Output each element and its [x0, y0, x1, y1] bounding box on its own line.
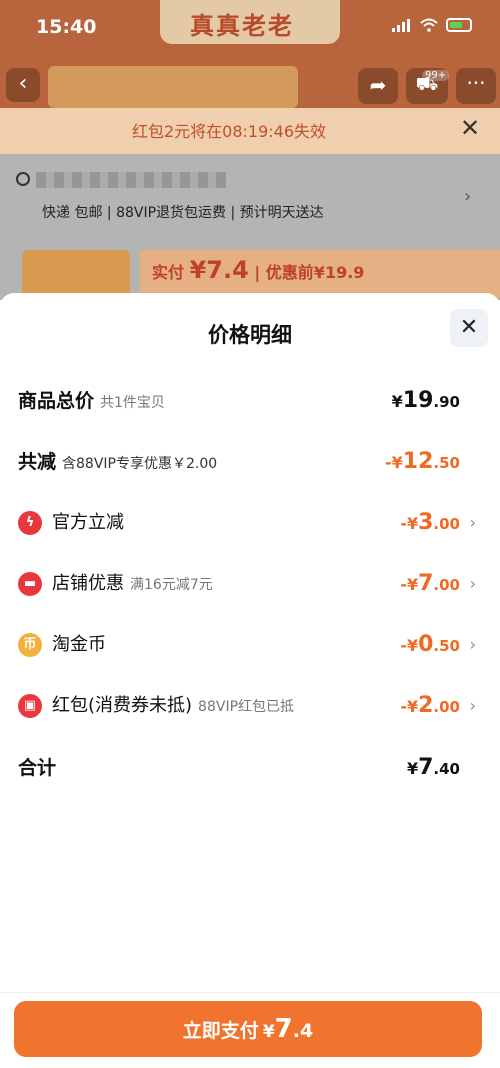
blurred-address	[36, 172, 226, 188]
status-icons	[392, 18, 472, 32]
pay-button-amount-int: 7	[274, 1014, 293, 1044]
share-icon[interactable]: ➦	[358, 68, 398, 104]
chevron-right-icon: ›	[469, 513, 476, 532]
location-icon	[16, 172, 30, 186]
price-label: 实付	[152, 263, 185, 282]
row-value: -¥0.50	[400, 632, 460, 657]
row-label: 红包(消费券未抵) 88VIP红包已抵	[52, 695, 295, 716]
pay-now-button[interactable]: 立即支付 ¥7.4	[14, 1001, 482, 1057]
close-icon: ✕	[459, 315, 479, 340]
sheet-title: 价格明细	[208, 323, 292, 347]
row-label: 官方立减	[52, 512, 124, 533]
row-label: 合计	[18, 757, 57, 779]
pay-button-currency: ¥	[262, 1022, 275, 1042]
close-button[interactable]: ✕	[450, 309, 488, 347]
product-image-strip	[48, 66, 298, 108]
background-page: 真真老老 15:40 ‹ ➦ ⛟ 99+ ··· 红包2元将在08:19:46失…	[0, 0, 500, 300]
price-before: | 优惠前¥19.9	[254, 263, 365, 282]
row-value: -¥2.00	[400, 693, 460, 718]
price-detail-sheet: 价格明细 ✕ 商品总价 共1件宝贝 ¥19.90 共减 含88VIP专享优惠￥2.0…	[0, 293, 500, 1068]
total-price-row: 商品总价 共1件宝贝 ¥19.90	[18, 386, 482, 416]
total-discount-row: 共减 含88VIP专享优惠￥2.00 -¥12.50	[18, 447, 482, 477]
row-value: ¥19.90	[391, 388, 460, 413]
brand-banner-text: 真真老老	[190, 12, 294, 40]
store-discount-row[interactable]: ▬ 店铺优惠 满16元减7元 -¥7.00 ›	[18, 569, 482, 599]
price-value: ¥7.4	[189, 256, 249, 284]
shipping-info: 快递 包邮 | 88VIP退货包运费 | 预计明天送达	[42, 205, 324, 221]
status-time: 15:40	[36, 16, 97, 38]
battery-icon	[446, 18, 472, 32]
chevron-right-icon: ›	[469, 635, 476, 654]
row-label: 商品总价 共1件宝贝	[18, 390, 165, 412]
cart-badge: 99+	[422, 70, 450, 81]
back-button[interactable]: ‹	[6, 68, 40, 102]
row-label: 共减 含88VIP专享优惠￥2.00	[18, 451, 218, 473]
row-label: 淘金币	[52, 634, 106, 655]
row-value: -¥12.50	[385, 449, 460, 474]
official-discount-row[interactable]: ϟ 官方立减 -¥3.00 ›	[18, 508, 482, 538]
grand-total-row: 合计 ¥7.40	[18, 753, 482, 783]
row-sub: 满16元减7元	[130, 577, 213, 593]
row-sub: 含88VIP专享优惠￥2.00	[62, 456, 218, 472]
pay-button-amount-dec: .4	[292, 1020, 314, 1042]
coupon-expiry-text: 红包2元将在08:19:46失效	[132, 122, 327, 141]
signal-icon	[392, 18, 412, 32]
lightning-icon: ϟ	[18, 511, 42, 535]
row-sub: 共1件宝贝	[100, 395, 165, 411]
wifi-icon	[420, 18, 438, 32]
row-value: -¥7.00	[400, 571, 460, 596]
price-summary: 实付 ¥7.4 | 优惠前¥19.9	[152, 256, 364, 284]
red-packet-row[interactable]: ▣ 红包(消费券未抵) 88VIP红包已抵 -¥2.00 ›	[18, 691, 482, 721]
row-label: 店铺优惠 满16元减7元	[52, 573, 213, 594]
row-value: ¥7.40	[406, 755, 460, 780]
chevron-right-icon: ›	[469, 696, 476, 715]
gold-coin-row[interactable]: 币 淘金币 -¥0.50 ›	[18, 630, 482, 660]
shop-coupon-icon: ▬	[18, 572, 42, 596]
more-icon[interactable]: ···	[456, 68, 496, 104]
red-packet-icon: ▣	[18, 694, 42, 718]
notice-close-icon[interactable]: ✕	[460, 114, 480, 142]
row-value: -¥3.00	[400, 510, 460, 535]
row-sub: 88VIP红包已抵	[198, 699, 295, 715]
gold-coin-icon: 币	[18, 633, 42, 657]
chevron-right-icon: ›	[464, 186, 472, 207]
bottom-divider	[0, 992, 500, 993]
chevron-right-icon: ›	[469, 574, 476, 593]
pay-button-label: 立即支付	[182, 1020, 259, 1042]
